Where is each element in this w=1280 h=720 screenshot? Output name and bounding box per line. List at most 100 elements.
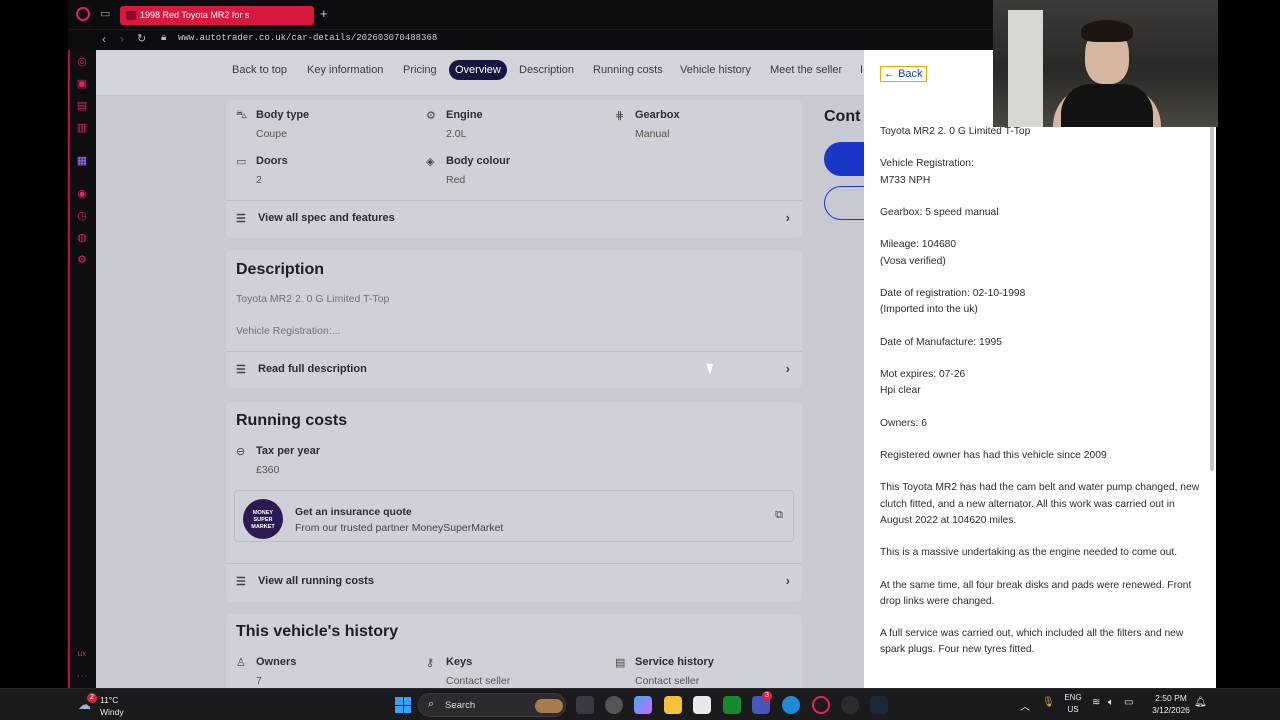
history-value: Contact seller [635, 675, 700, 687]
tab-menu-icon[interactable]: ▭ [100, 7, 110, 20]
settings-icon[interactable]: ⚙ [76, 254, 88, 266]
battery-icon[interactable]: ▭ [1124, 697, 1133, 708]
edge-icon[interactable] [782, 696, 800, 714]
dell-icon[interactable] [605, 696, 623, 714]
volume-icon[interactable]: 🔈︎ [1108, 697, 1114, 708]
nav-overflow[interactable]: I [860, 64, 863, 76]
spec-gearbox: ⋕ Gearbox Manual [615, 109, 680, 140]
back-nav-icon[interactable]: ‹ [102, 32, 106, 46]
active-tab[interactable]: 1998 Red Toyota MR2 for s [120, 6, 314, 25]
url-field[interactable]: www.autotrader.co.uk/car-details/2026030… [178, 33, 437, 43]
nav-key-information[interactable]: Key information [307, 64, 383, 76]
insurance-quote-box[interactable]: MONEY SUPER MARKET Get an insurance quot… [234, 490, 794, 542]
language-code[interactable]: ENG [1062, 693, 1084, 702]
tray-overflow-icon[interactable]: ︿ [1020, 698, 1030, 713]
history-label: Owners [256, 656, 297, 668]
history-icon[interactable]: ◷ [76, 210, 88, 222]
opera-ai-icon[interactable]: ◎ [76, 56, 88, 68]
running-costs-card: Running costs ⊖ Tax per year £360 MONEY … [226, 402, 802, 602]
tab-title: 1998 Red Toyota MR2 for s [140, 10, 250, 20]
background-door [1008, 10, 1043, 127]
chevron-right-icon: › [785, 361, 790, 376]
opera-logo-icon[interactable] [76, 7, 90, 21]
description-paragraph: At the same time, all four break disks a… [880, 579, 1192, 607]
nav-vehicle-history[interactable]: Vehicle history [680, 64, 751, 76]
clock-time[interactable]: 2:50 PM [1148, 693, 1194, 703]
forward-nav-icon[interactable]: › [120, 32, 124, 46]
chevron-right-icon: › [785, 573, 790, 588]
nav-pricing[interactable]: Pricing [403, 64, 437, 76]
messenger-icon[interactable]: ▤ [76, 100, 88, 112]
history-owners: ♙ Owners 7 [236, 656, 297, 687]
person-hair [1081, 20, 1133, 42]
search-highlight-icon [535, 699, 563, 713]
opera-gx-taskbar-icon[interactable] [812, 696, 830, 714]
clock-date[interactable]: 3/12/2026 [1148, 705, 1194, 715]
spec-doors: ▭ Doors 2 [236, 155, 288, 186]
back-button[interactable]: ← Back [880, 66, 927, 82]
link-text: View all running costs [258, 575, 374, 587]
more-icon[interactable]: ··· [76, 670, 88, 682]
door-icon: ▭ [236, 156, 247, 168]
nav-meet-the-seller[interactable]: Meet the seller [770, 64, 842, 76]
list-icon: ☰ [236, 576, 246, 588]
description-paragraph: Date of registration: 02-10-1998 (Importe… [880, 287, 1026, 316]
reload-icon[interactable]: ↻ [137, 32, 146, 45]
bag-icon[interactable]: ▣ [76, 78, 88, 90]
view-all-specs-link[interactable]: ☰ View all spec and features › [226, 200, 802, 236]
arrow-left-icon: ← [884, 68, 895, 80]
read-full-description-link[interactable]: ☰ Read full description › [226, 351, 802, 387]
list-icon: ☰ [236, 364, 246, 376]
taskbar: ☁ 2 11°C Windy ⌕ Search 3 ︿ 🎙︎ ENG US ≋ … [0, 688, 1280, 720]
player-icon[interactable]: ◉ [76, 188, 88, 200]
notification-icon[interactable]: 🔔︎ [1194, 697, 1207, 708]
spec-engine: ⚙ Engine 2.0L [426, 109, 483, 140]
description-paragraph: This is a massive undertaking as the eng… [880, 547, 1178, 559]
file-explorer-icon[interactable] [664, 696, 682, 714]
panel-scrollbar[interactable] [1210, 126, 1214, 471]
key-icon: ⚷ [426, 657, 435, 669]
spec-body-colour: ◈ Body colour Red [426, 155, 510, 186]
description-paragraph: Mot expires: 07-26 Hpi clear [880, 368, 966, 397]
wifi-icon[interactable]: ≋ [1092, 697, 1100, 708]
steam-icon[interactable] [870, 696, 888, 714]
chat-icon[interactable]: ◍ [76, 232, 88, 244]
nav-running-costs[interactable]: Running costs [593, 64, 663, 76]
twitch-icon[interactable]: ▦ [76, 155, 88, 167]
description-paragraph: Registered owner has had this vehicle si… [880, 449, 1107, 461]
keyboard-layout[interactable]: US [1062, 705, 1084, 714]
webpage: Back to top Key information Pricing Over… [96, 50, 1216, 688]
new-tab-button[interactable]: + [320, 6, 328, 21]
insurance-title: Get an insurance quote [295, 506, 412, 518]
taskbar-search[interactable]: ⌕ Search [418, 693, 566, 717]
history-label: Keys [446, 656, 473, 668]
full-description-panel: ← Back Toyota MR2 2. 0 G Limited T-Top Ve… [864, 50, 1216, 688]
start-button[interactable] [395, 697, 411, 713]
back-label: Back [898, 68, 923, 80]
app-icon[interactable] [841, 696, 859, 714]
nav-description[interactable]: Description [519, 64, 574, 76]
mail-icon[interactable]: ▥ [76, 122, 88, 134]
gx-icon[interactable]: ux [76, 648, 88, 660]
search-icon: ⌕ [428, 698, 435, 710]
microphone-icon[interactable]: 🎙︎ [1042, 697, 1055, 708]
spec-body-type: ⛍ Body type Coupe [236, 109, 309, 140]
spec-value: Coupe [256, 128, 287, 140]
nav-overview[interactable]: Overview [449, 60, 507, 80]
history-service: ▤ Service history Contact seller [615, 656, 714, 687]
view-all-running-costs-link[interactable]: ☰ View all running costs › [226, 563, 802, 599]
copilot-icon[interactable] [634, 696, 652, 714]
store-icon[interactable] [693, 696, 711, 714]
xbox-icon[interactable] [723, 696, 741, 714]
list-icon: ☰ [236, 213, 246, 225]
nav-back-to-top[interactable]: Back to top [232, 64, 287, 76]
teams-icon[interactable]: 3 [752, 691, 772, 714]
engine-icon: ⚙ [426, 110, 436, 122]
description-line-1: Toyota MR2 2. 0 G Limited T-Top [236, 293, 390, 305]
task-view-icon[interactable] [576, 696, 594, 714]
lock-icon[interactable]: 🔒︎ [161, 32, 166, 43]
document-icon: ▤ [615, 657, 626, 669]
history-label: Service history [635, 656, 714, 668]
contact-seller-card: Cont [816, 100, 874, 240]
external-link-icon: ⧉ [775, 509, 783, 521]
